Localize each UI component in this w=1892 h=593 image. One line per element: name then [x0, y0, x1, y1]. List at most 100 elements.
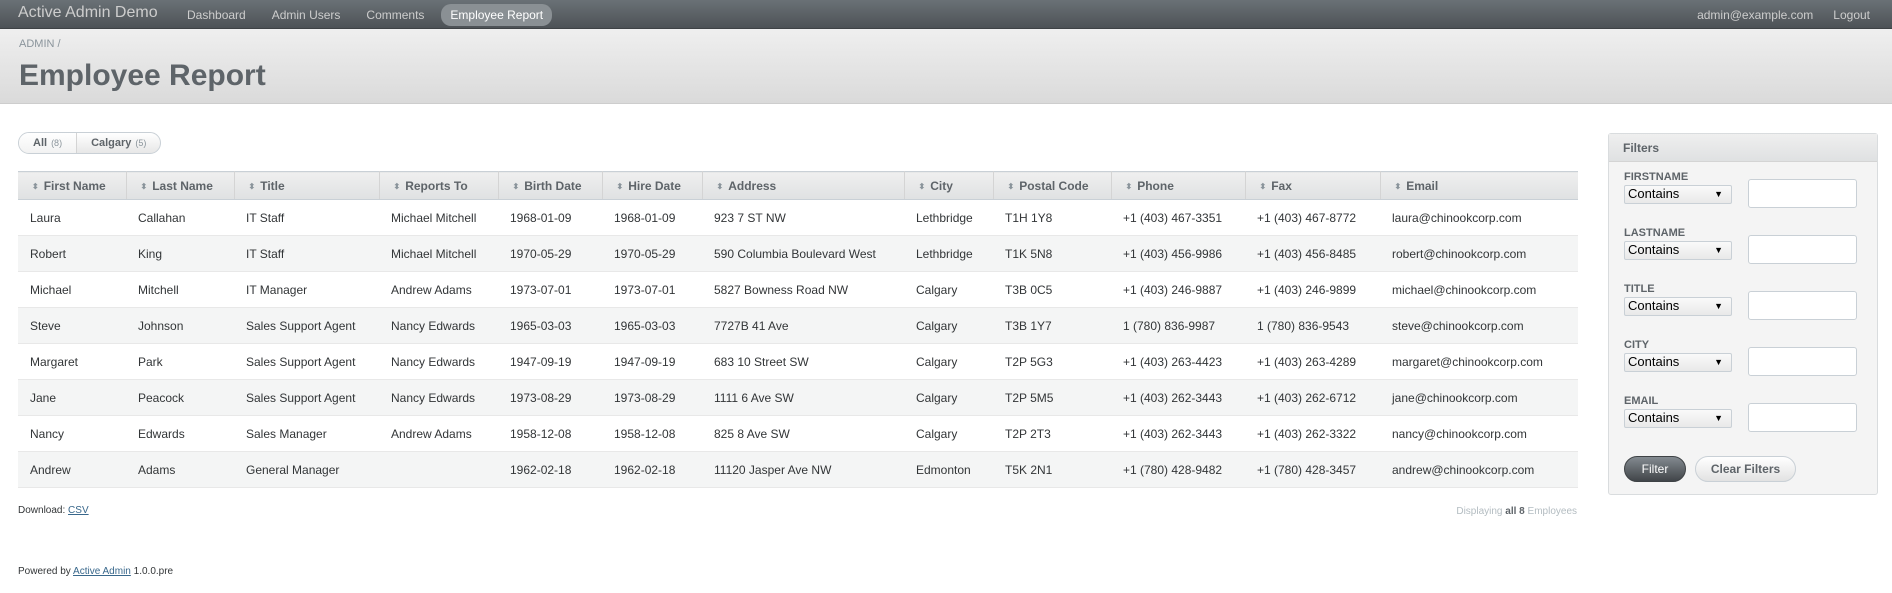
filter-city: CITY Contains ▼ [1624, 339, 1857, 376]
table-cell: Sales Support Agent [234, 343, 379, 380]
table-row[interactable]: Robert King IT Staff Michael Mitchell 1970-0… [18, 235, 1578, 272]
clear-filters-button[interactable]: Clear Filters [1695, 456, 1796, 482]
column-label: Postal Code [1019, 178, 1089, 193]
table-cell: IT Staff [234, 199, 379, 236]
table-cell: Andrew Adams [379, 271, 498, 308]
scope-calgary[interactable]: Calgary (5) [77, 133, 160, 153]
table-cell: 1973-08-29 [498, 379, 602, 416]
logout-link[interactable]: Logout [1833, 8, 1870, 22]
select-value: Contains [1628, 410, 1680, 425]
scope-all[interactable]: All (8) [19, 133, 78, 153]
active-admin-link[interactable]: Active Admin [73, 566, 131, 577]
dropdown-arrow-icon: ▼ [1714, 301, 1723, 311]
table-cell: Michael Mitchell [379, 235, 498, 272]
table-row[interactable]: Jane Peacock Sales Support Agent Nancy Edwa… [18, 379, 1578, 416]
title-operator-select[interactable]: Contains ▼ [1624, 297, 1732, 316]
table-cell: nancy@chinookcorp.com [1380, 415, 1578, 452]
table-row[interactable]: Steve Johnson Sales Support Agent Nancy Edw… [18, 307, 1578, 344]
table-cell: T2P 2T3 [993, 415, 1111, 452]
email-input[interactable] [1748, 403, 1857, 432]
nav-dashboard[interactable]: Dashboard [178, 4, 255, 26]
sort-icon: ⬍ [140, 181, 148, 191]
table-cell: King [126, 235, 234, 272]
table-cell: 1968-01-09 [602, 199, 702, 236]
table-row[interactable]: Michael Mitchell IT Manager Andrew Adams 197… [18, 271, 1578, 308]
dropdown-arrow-icon: ▼ [1714, 245, 1723, 255]
sort-icon: ⬍ [393, 181, 401, 191]
email-operator-select[interactable]: Contains ▼ [1624, 409, 1732, 428]
table-row[interactable]: Nancy Edwards Sales Manager Andrew Adams 195… [18, 415, 1578, 452]
table-cell: Lethbridge [904, 235, 993, 272]
column-label: Birth Date [524, 178, 582, 193]
column-header[interactable]: ⬍ Fax [1245, 171, 1381, 200]
filter-title: TITLE Contains ▼ [1624, 283, 1857, 320]
current-user-link[interactable]: admin@example.com [1697, 8, 1813, 22]
table-cell: Peacock [126, 379, 234, 416]
nav-comments[interactable]: Comments [357, 4, 433, 26]
nav-employee-report[interactable]: Employee Report [441, 3, 553, 26]
table-row[interactable]: Margaret Park Sales Support Agent Nancy Edw… [18, 343, 1578, 380]
column-header[interactable]: ⬍ Email [1380, 171, 1578, 200]
site-title[interactable]: Active Admin Demo [18, 4, 158, 22]
table-cell: Callahan [126, 199, 234, 236]
firstname-operator-select[interactable]: Contains ▼ [1624, 185, 1732, 204]
scope-label: All [33, 137, 48, 149]
table-cell: Mitchell [126, 271, 234, 308]
table-cell: 923 7 ST NW [702, 199, 904, 236]
table-cell: 1965-03-03 [498, 307, 602, 344]
footer: Powered by Active Admin 1.0.0.pre [18, 566, 173, 577]
column-header[interactable]: ⬍ Title [234, 171, 380, 200]
table-cell: 7727B 41 Ave [702, 307, 904, 344]
table-cell: 1958-12-08 [498, 415, 602, 452]
footer-version: 1.0.0.pre [133, 566, 174, 577]
nav-admin-users[interactable]: Admin Users [263, 4, 350, 26]
column-label: Reports To [405, 178, 468, 193]
table-cell: Andrew [18, 451, 126, 488]
column-header[interactable]: ⬍ Last Name [126, 171, 235, 200]
table-cell: 1947-09-19 [498, 343, 602, 380]
table-cell: General Manager [234, 451, 379, 488]
select-value: Contains [1628, 242, 1680, 257]
table-cell: 1965-03-03 [602, 307, 702, 344]
pagination-info: Displaying all 8 Employees [1456, 506, 1577, 517]
scope-label: Calgary [91, 137, 132, 149]
column-header[interactable]: ⬍ Hire Date [602, 171, 703, 200]
csv-download-link[interactable]: CSV [68, 505, 89, 516]
table-cell: Sales Manager [234, 415, 379, 452]
lastname-input[interactable] [1748, 235, 1857, 264]
table-cell: Edwards [126, 415, 234, 452]
column-header[interactable]: ⬍ Address [702, 171, 905, 200]
table-cell: T2P 5M5 [993, 379, 1111, 416]
table-row[interactable]: Andrew Adams General Manager 1962-02-18 1962… [18, 451, 1578, 488]
city-input[interactable] [1748, 347, 1857, 376]
table-cell: +1 (403) 456-8485 [1245, 235, 1380, 272]
column-header[interactable]: ⬍ Reports To [379, 171, 499, 200]
column-header[interactable]: ⬍ First Name [18, 171, 127, 200]
table-row[interactable]: Laura Callahan IT Staff Michael Mitchell 196… [18, 199, 1578, 236]
title-input[interactable] [1748, 291, 1857, 320]
column-label: Email [1406, 178, 1439, 193]
column-label: Phone [1137, 178, 1174, 193]
column-header[interactable]: ⬍ City [904, 171, 994, 200]
table-cell: Nancy Edwards [379, 307, 498, 344]
lastname-operator-select[interactable]: Contains ▼ [1624, 241, 1732, 260]
table-cell: 683 10 Street SW [702, 343, 904, 380]
table-cell: 1947-09-19 [602, 343, 702, 380]
city-operator-select[interactable]: Contains ▼ [1624, 353, 1732, 372]
filter-button[interactable]: Filter [1624, 456, 1686, 482]
column-header[interactable]: ⬍ Phone [1111, 171, 1246, 200]
column-header[interactable]: ⬍ Birth Date [498, 171, 603, 200]
title-bar: ADMIN / Employee Report [0, 29, 1892, 104]
column-label: Title [260, 178, 285, 193]
table-cell: Michael Mitchell [379, 199, 498, 236]
table-cell: T2P 5G3 [993, 343, 1111, 380]
table-cell: 1973-07-01 [602, 271, 702, 308]
breadcrumb[interactable]: ADMIN / [19, 38, 61, 50]
table-cell: Nancy Edwards [379, 343, 498, 380]
table-cell: laura@chinookcorp.com [1380, 199, 1578, 236]
table-cell: Steve [18, 307, 126, 344]
firstname-input[interactable] [1748, 179, 1857, 208]
column-header[interactable]: ⬍ Postal Code [993, 171, 1112, 200]
table-cell: andrew@chinookcorp.com [1380, 451, 1578, 488]
table-cell: 1958-12-08 [602, 415, 702, 452]
